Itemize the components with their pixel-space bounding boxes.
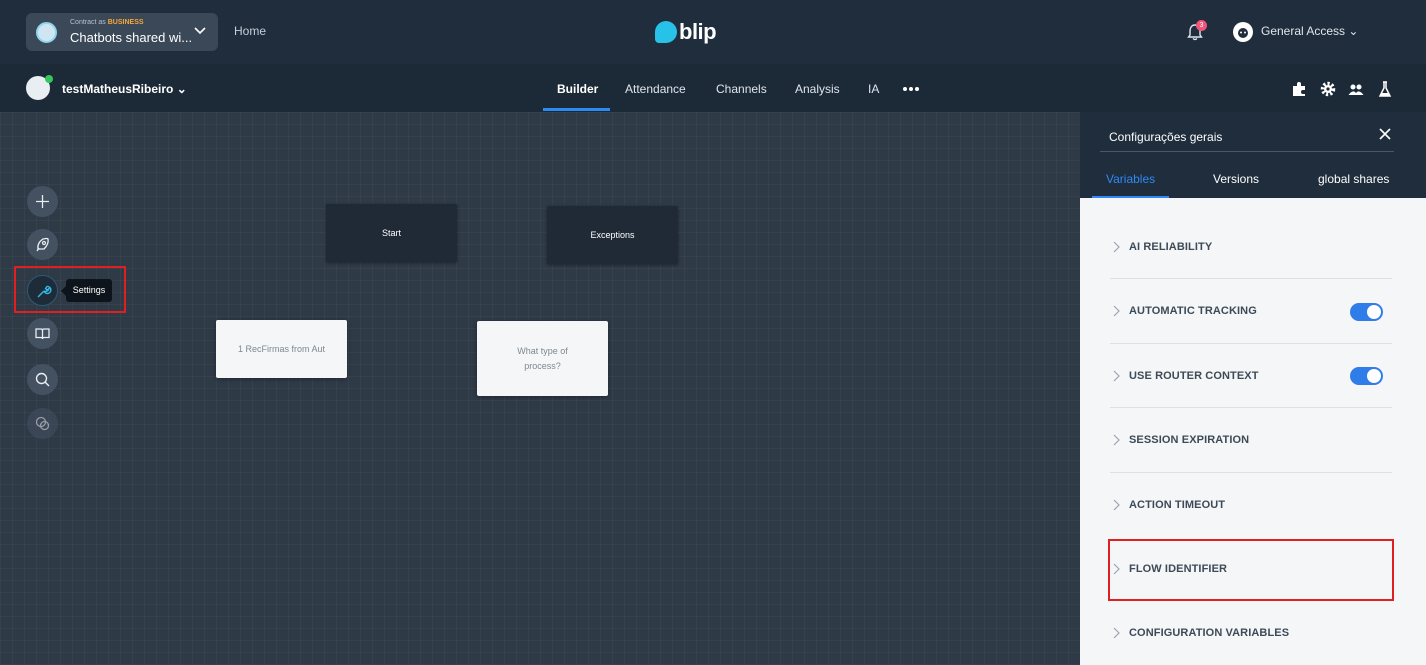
contract-selector[interactable]: Contract as BUSINESS Chatbots shared wi.… xyxy=(26,13,218,51)
puzzle-icon[interactable] xyxy=(1290,80,1308,98)
plus-icon xyxy=(36,195,49,208)
chevron-right-icon xyxy=(1113,627,1120,639)
rocket-icon xyxy=(36,237,49,252)
divider xyxy=(1110,407,1392,408)
publish-button[interactable] xyxy=(27,229,58,260)
tab-analysis[interactable]: Analysis xyxy=(795,82,840,96)
chevron-down-icon xyxy=(194,27,206,35)
setting-label: AUTOMATIC TRACKING xyxy=(1129,305,1257,317)
contract-name: Chatbots shared wi... xyxy=(70,30,193,45)
setting-action-timeout[interactable]: ACTION TIMEOUT xyxy=(1112,495,1392,515)
search-icon xyxy=(35,372,50,387)
notification-badge: 3 xyxy=(1196,20,1207,31)
setting-label: USE ROUTER CONTEXT xyxy=(1129,370,1259,382)
tab-global-shares[interactable]: global shares xyxy=(1318,172,1389,186)
tab-builder[interactable]: Builder xyxy=(557,82,598,96)
settings-highlight xyxy=(14,266,126,313)
divider xyxy=(1110,343,1392,344)
contract-avatar xyxy=(36,22,57,43)
add-block-button[interactable] xyxy=(27,186,58,217)
more-dots-icon[interactable] xyxy=(902,86,920,92)
tab-variables[interactable]: Variables xyxy=(1106,172,1155,186)
bot-selector[interactable]: testMatheusRibeiro ⌄ xyxy=(62,82,187,96)
block-exceptions[interactable]: Exceptions xyxy=(547,206,678,264)
use-router-context-toggle[interactable] xyxy=(1350,367,1383,385)
tab-channels[interactable]: Channels xyxy=(716,82,767,96)
online-status-dot xyxy=(45,75,53,83)
tab-ia[interactable]: IA xyxy=(868,82,879,96)
tag-icon xyxy=(35,416,50,431)
flask-icon[interactable] xyxy=(1376,80,1394,98)
tags-button[interactable] xyxy=(27,408,58,439)
automatic-tracking-toggle[interactable] xyxy=(1350,303,1383,321)
divider xyxy=(1110,472,1392,473)
panel-divider xyxy=(1100,151,1394,152)
setting-label: AI RELIABILITY xyxy=(1129,241,1213,253)
block-what-type-line2: process? xyxy=(524,361,561,371)
chevron-right-icon xyxy=(1113,499,1120,511)
home-link[interactable]: Home xyxy=(234,24,266,38)
search-button[interactable] xyxy=(27,364,58,395)
account-menu[interactable]: General Access ⌄ xyxy=(1261,24,1358,38)
book-icon xyxy=(35,328,50,340)
chevron-right-icon xyxy=(1113,241,1120,253)
setting-label: SESSION EXPIRATION xyxy=(1129,434,1250,446)
blip-logo[interactable]: blip xyxy=(655,19,717,45)
account-avatar[interactable] xyxy=(1233,22,1253,42)
setting-session-expiration[interactable]: SESSION EXPIRATION xyxy=(1112,430,1392,450)
tab-attendance[interactable]: Attendance xyxy=(625,82,686,96)
setting-ai-reliability[interactable]: AI RELIABILITY xyxy=(1112,237,1392,257)
flow-identifier-highlight xyxy=(1108,539,1394,601)
divider xyxy=(1110,278,1392,279)
logo-drop-icon xyxy=(655,21,677,43)
tab-versions[interactable]: Versions xyxy=(1213,172,1259,186)
logo-text: blip xyxy=(679,19,717,44)
library-button[interactable] xyxy=(27,318,58,349)
users-icon[interactable] xyxy=(1347,80,1365,98)
bot-nav-bar xyxy=(0,64,1426,112)
block-start[interactable]: Start xyxy=(326,204,457,262)
gear-icon[interactable] xyxy=(1319,80,1337,98)
close-icon[interactable] xyxy=(1378,127,1392,141)
block-recfirmas[interactable]: 1 RecFirmas from Aut xyxy=(216,320,347,378)
chevron-right-icon xyxy=(1113,305,1120,317)
block-what-type[interactable]: What type of process? xyxy=(477,321,608,396)
block-what-type-line1: What type of xyxy=(517,346,568,356)
panel-title: Configurações gerais xyxy=(1109,130,1223,144)
active-tab-indicator xyxy=(543,108,610,111)
setting-configuration-variables[interactable]: CONFIGURATION VARIABLES xyxy=(1112,623,1392,643)
setting-label: CONFIGURATION VARIABLES xyxy=(1129,627,1290,639)
setting-label: ACTION TIMEOUT xyxy=(1129,499,1226,511)
chevron-right-icon xyxy=(1113,434,1120,446)
chevron-right-icon xyxy=(1113,370,1120,382)
contract-plan-label: Contract as BUSINESS xyxy=(70,19,144,26)
bot-face-icon xyxy=(1238,28,1248,38)
